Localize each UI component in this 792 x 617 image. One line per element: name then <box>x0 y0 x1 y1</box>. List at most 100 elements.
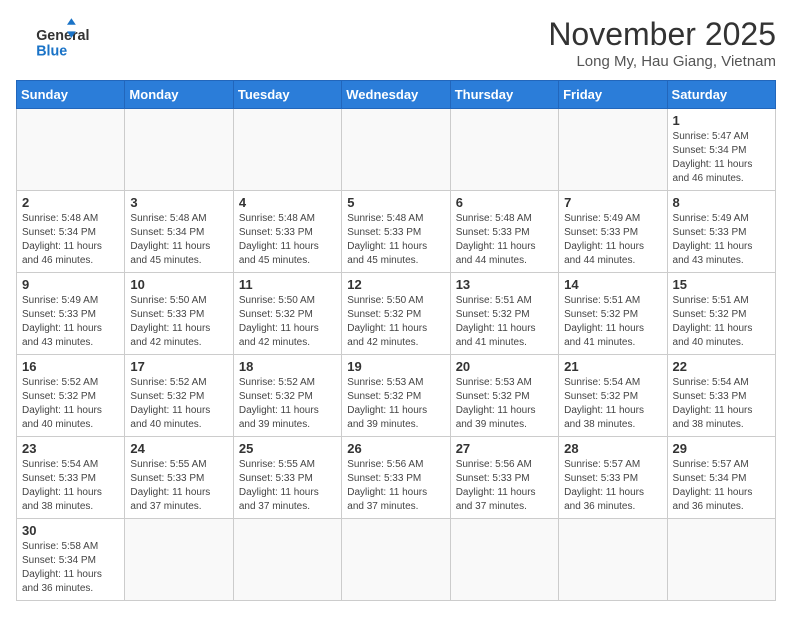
calendar-cell: 4 Sunrise: 5:48 AM Sunset: 5:33 PM Daylig… <box>233 191 341 273</box>
day-number: 11 <box>239 277 336 292</box>
calendar-cell: 11 Sunrise: 5:50 AM Sunset: 5:32 PM Dayli… <box>233 273 341 355</box>
day-info: Sunrise: 5:52 AM Sunset: 5:32 PM Dayligh… <box>239 376 336 432</box>
location-subtitle: Long My, Hau Giang, Vietnam <box>548 53 776 70</box>
day-info: Sunrise: 5:48 AM Sunset: 5:33 PM Dayligh… <box>456 212 553 268</box>
day-number: 10 <box>130 277 227 292</box>
calendar-cell: 23Sunrise: 5:54 AM Sunset: 5:33 PM Dayli… <box>17 437 125 519</box>
column-header-saturday: Saturday <box>667 81 775 109</box>
day-number: 29 <box>673 441 770 456</box>
column-header-friday: Friday <box>559 81 667 109</box>
day-info: Sunrise: 5:51 AM Sunset: 5:32 PM Dayligh… <box>564 294 661 350</box>
calendar-cell: 29 Sunrise: 5:57 AM Sunset: 5:34 PM Dayli… <box>667 437 775 519</box>
day-info: Sunrise: 5:52 AM Sunset: 5:32 PM Dayligh… <box>22 376 119 432</box>
day-number: 7 <box>564 195 661 210</box>
calendar-cell: 19Sunrise: 5:53 AM Sunset: 5:32 PM Dayli… <box>342 355 450 437</box>
calendar-cell: 2 Sunrise: 5:48 AM Sunset: 5:34 PM Daylig… <box>17 191 125 273</box>
calendar-week-row: 23Sunrise: 5:54 AM Sunset: 5:33 PM Dayli… <box>17 437 776 519</box>
day-number: 17 <box>130 359 227 374</box>
day-info: Sunrise: 5:55 AM Sunset: 5:33 PM Dayligh… <box>239 458 336 514</box>
calendar-cell: 17 Sunrise: 5:52 AM Sunset: 5:32 PM Dayli… <box>125 355 233 437</box>
day-number: 18 <box>239 359 336 374</box>
calendar-cell: 15 Sunrise: 5:51 AM Sunset: 5:32 PM Dayli… <box>667 273 775 355</box>
day-info: Sunrise: 5:57 AM Sunset: 5:34 PM Dayligh… <box>673 458 770 514</box>
day-info: Sunrise: 5:58 AM Sunset: 5:34 PM Dayligh… <box>22 540 119 596</box>
day-info: Sunrise: 5:53 AM Sunset: 5:32 PM Dayligh… <box>347 376 444 432</box>
calendar-cell <box>342 109 450 191</box>
calendar-cell: 6 Sunrise: 5:48 AM Sunset: 5:33 PM Daylig… <box>450 191 558 273</box>
day-info: Sunrise: 5:49 AM Sunset: 5:33 PM Dayligh… <box>673 212 770 268</box>
calendar-cell <box>559 109 667 191</box>
day-info: Sunrise: 5:55 AM Sunset: 5:33 PM Dayligh… <box>130 458 227 514</box>
day-number: 21 <box>564 359 661 374</box>
title-area: November 2025 Long My, Hau Giang, Vietna… <box>548 16 776 70</box>
calendar-week-row: 2 Sunrise: 5:48 AM Sunset: 5:34 PM Daylig… <box>17 191 776 273</box>
day-info: Sunrise: 5:51 AM Sunset: 5:32 PM Dayligh… <box>673 294 770 350</box>
column-header-tuesday: Tuesday <box>233 81 341 109</box>
column-header-monday: Monday <box>125 81 233 109</box>
calendar-cell: 28 Sunrise: 5:57 AM Sunset: 5:33 PM Dayli… <box>559 437 667 519</box>
calendar-cell <box>450 519 558 601</box>
day-number: 6 <box>456 195 553 210</box>
calendar-week-row: 9Sunrise: 5:49 AM Sunset: 5:33 PM Daylig… <box>17 273 776 355</box>
day-info: Sunrise: 5:56 AM Sunset: 5:33 PM Dayligh… <box>347 458 444 514</box>
day-info: Sunrise: 5:54 AM Sunset: 5:33 PM Dayligh… <box>673 376 770 432</box>
calendar-header-row: SundayMondayTuesdayWednesdayThursdayFrid… <box>17 81 776 109</box>
calendar-cell: 7 Sunrise: 5:49 AM Sunset: 5:33 PM Daylig… <box>559 191 667 273</box>
calendar-cell <box>125 109 233 191</box>
day-info: Sunrise: 5:52 AM Sunset: 5:32 PM Dayligh… <box>130 376 227 432</box>
calendar-cell: 16 Sunrise: 5:52 AM Sunset: 5:32 PM Dayli… <box>17 355 125 437</box>
day-number: 8 <box>673 195 770 210</box>
logo: General Blue <box>16 16 96 60</box>
day-number: 2 <box>22 195 119 210</box>
day-number: 26 <box>347 441 444 456</box>
calendar-week-row: 30 Sunrise: 5:58 AM Sunset: 5:34 PM Dayli… <box>17 519 776 601</box>
calendar-cell: 26 Sunrise: 5:56 AM Sunset: 5:33 PM Dayli… <box>342 437 450 519</box>
calendar-cell: 14 Sunrise: 5:51 AM Sunset: 5:32 PM Dayli… <box>559 273 667 355</box>
day-info: Sunrise: 5:48 AM Sunset: 5:33 PM Dayligh… <box>239 212 336 268</box>
day-info: Sunrise: 5:57 AM Sunset: 5:33 PM Dayligh… <box>564 458 661 514</box>
calendar-cell: 10 Sunrise: 5:50 AM Sunset: 5:33 PM Dayli… <box>125 273 233 355</box>
day-number: 5 <box>347 195 444 210</box>
calendar-cell <box>233 109 341 191</box>
column-header-wednesday: Wednesday <box>342 81 450 109</box>
day-number: 4 <box>239 195 336 210</box>
column-header-thursday: Thursday <box>450 81 558 109</box>
day-number: 3 <box>130 195 227 210</box>
day-info: Sunrise: 5:48 AM Sunset: 5:34 PM Dayligh… <box>22 212 119 268</box>
calendar-cell <box>233 519 341 601</box>
day-number: 27 <box>456 441 553 456</box>
day-number: 24 <box>130 441 227 456</box>
calendar-cell: 30 Sunrise: 5:58 AM Sunset: 5:34 PM Dayli… <box>17 519 125 601</box>
calendar-cell: 13Sunrise: 5:51 AM Sunset: 5:32 PM Dayli… <box>450 273 558 355</box>
svg-text:General: General <box>36 28 89 44</box>
day-number: 28 <box>564 441 661 456</box>
day-info: Sunrise: 5:47 AM Sunset: 5:34 PM Dayligh… <box>673 130 770 186</box>
day-number: 14 <box>564 277 661 292</box>
calendar-cell <box>559 519 667 601</box>
day-number: 12 <box>347 277 444 292</box>
calendar-cell <box>667 519 775 601</box>
day-info: Sunrise: 5:50 AM Sunset: 5:32 PM Dayligh… <box>239 294 336 350</box>
day-number: 23 <box>22 441 119 456</box>
month-title: November 2025 <box>548 16 776 53</box>
day-info: Sunrise: 5:49 AM Sunset: 5:33 PM Dayligh… <box>564 212 661 268</box>
day-number: 13 <box>456 277 553 292</box>
general-blue-logo-icon: General Blue <box>16 16 96 60</box>
day-number: 22 <box>673 359 770 374</box>
day-info: Sunrise: 5:56 AM Sunset: 5:33 PM Dayligh… <box>456 458 553 514</box>
day-info: Sunrise: 5:50 AM Sunset: 5:33 PM Dayligh… <box>130 294 227 350</box>
day-number: 30 <box>22 523 119 538</box>
day-number: 25 <box>239 441 336 456</box>
calendar-cell: 5Sunrise: 5:48 AM Sunset: 5:33 PM Daylig… <box>342 191 450 273</box>
day-info: Sunrise: 5:50 AM Sunset: 5:32 PM Dayligh… <box>347 294 444 350</box>
day-info: Sunrise: 5:53 AM Sunset: 5:32 PM Dayligh… <box>456 376 553 432</box>
day-number: 15 <box>673 277 770 292</box>
day-number: 9 <box>22 277 119 292</box>
calendar-cell: 20Sunrise: 5:53 AM Sunset: 5:32 PM Dayli… <box>450 355 558 437</box>
calendar-week-row: 1Sunrise: 5:47 AM Sunset: 5:34 PM Daylig… <box>17 109 776 191</box>
day-number: 16 <box>22 359 119 374</box>
calendar-cell: 22 Sunrise: 5:54 AM Sunset: 5:33 PM Dayli… <box>667 355 775 437</box>
header: General Blue November 2025 Long My, Hau … <box>16 16 776 70</box>
day-info: Sunrise: 5:54 AM Sunset: 5:32 PM Dayligh… <box>564 376 661 432</box>
calendar-cell <box>450 109 558 191</box>
